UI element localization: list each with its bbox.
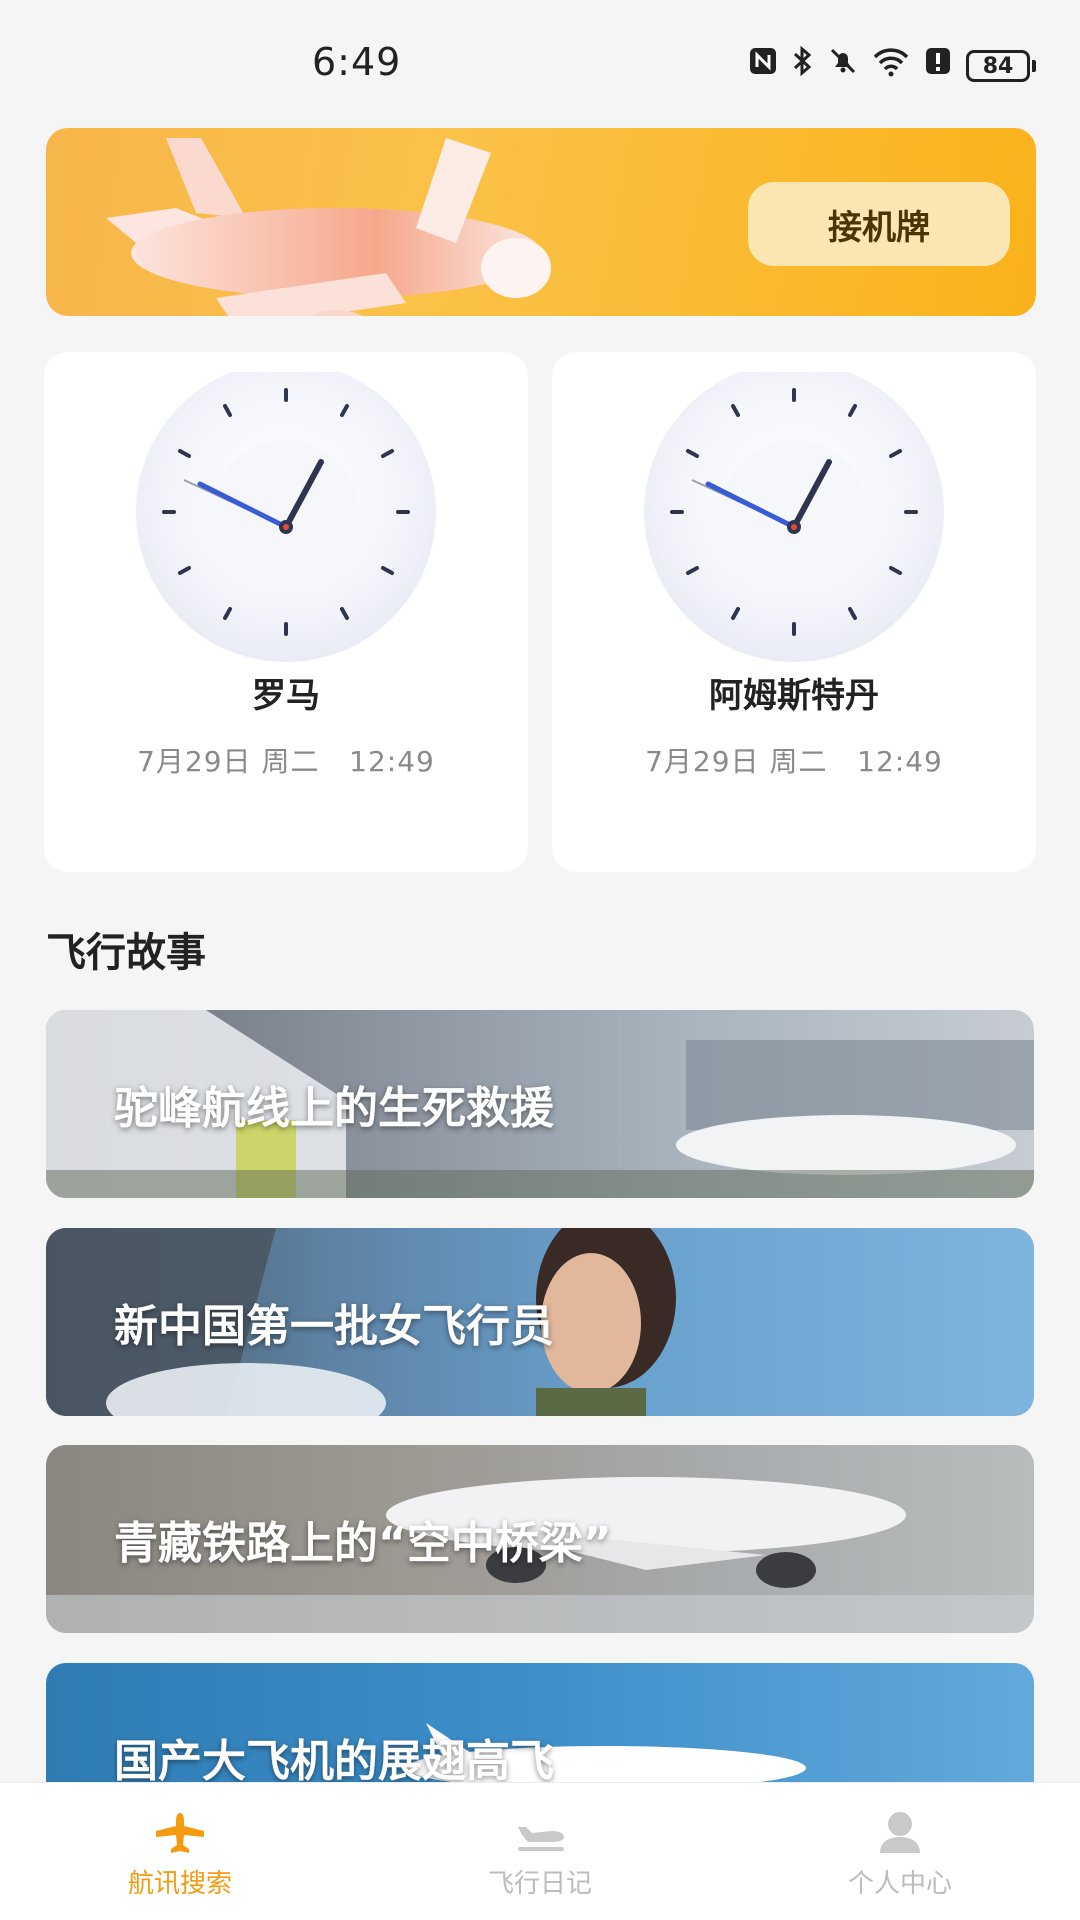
world-clock-card[interactable]: 阿姆斯特丹 7月29日 周二 12:49 — [552, 352, 1036, 872]
wifi-icon — [872, 45, 910, 88]
analog-clock-icon — [136, 372, 436, 662]
clock-date: 7月29日 周二 — [137, 745, 320, 778]
story-title: 新中国第一批女飞行员 — [114, 1301, 554, 1352]
status-time: 6:49 — [312, 40, 402, 84]
airplane-illustration-icon — [106, 138, 551, 316]
nav-label: 飞行日记 — [487, 1869, 592, 1899]
nfc-icon — [748, 46, 778, 87]
clock-time: 12:49 — [349, 745, 435, 778]
nav-item-flight-search[interactable]: 航讯搜索 — [0, 1783, 360, 1920]
clock-date-time: 7月29日 周二 12:49 — [44, 740, 528, 780]
pickup-banner[interactable]: 接机牌 — [46, 128, 1036, 316]
world-clock-card[interactable]: 罗马 7月29日 周二 12:49 — [44, 352, 528, 872]
nav-item-profile[interactable]: 个人中心 — [720, 1783, 1080, 1920]
pickup-sign-button[interactable]: 接机牌 — [748, 182, 1010, 266]
person-icon — [880, 1812, 920, 1853]
story-card[interactable]: 青藏铁路上的“空中桥梁” — [46, 1445, 1034, 1633]
story-title: 驼峰航线上的生死救援 — [114, 1083, 554, 1134]
clock-city-name: 阿姆斯特丹 — [709, 676, 879, 716]
clock-time: 12:49 — [857, 745, 943, 778]
plane-icon — [156, 1813, 204, 1853]
clock-date: 7月29日 周二 — [645, 745, 828, 778]
status-bar: 6:49 84 — [0, 0, 1080, 120]
clock-city-name: 罗马 — [252, 676, 320, 716]
bluetooth-icon — [792, 45, 814, 88]
nav-item-flight-diary[interactable]: 飞行日记 — [360, 1783, 720, 1920]
section-title-flight-stories: 飞行故事 — [46, 930, 206, 976]
story-card[interactable]: 新中国第一批女飞行员 — [46, 1228, 1034, 1416]
alert-icon — [924, 46, 952, 87]
clock-date-time: 7月29日 周二 12:49 — [552, 740, 1036, 780]
story-title: 青藏铁路上的“空中桥梁” — [114, 1518, 612, 1569]
story-card[interactable]: 驼峰航线上的生死救援 — [46, 1010, 1034, 1198]
nav-label: 个人中心 — [847, 1869, 952, 1899]
landing-icon — [518, 1827, 564, 1851]
analog-clock-icon — [644, 372, 944, 662]
nav-label: 航讯搜索 — [127, 1869, 232, 1899]
status-icons: 84 — [748, 45, 1036, 88]
battery-level: 84 — [966, 50, 1030, 82]
bottom-navigation: 航讯搜索 飞行日记 个人中心 — [0, 1782, 1080, 1920]
mute-icon — [828, 46, 858, 87]
battery-icon: 84 — [966, 50, 1036, 82]
